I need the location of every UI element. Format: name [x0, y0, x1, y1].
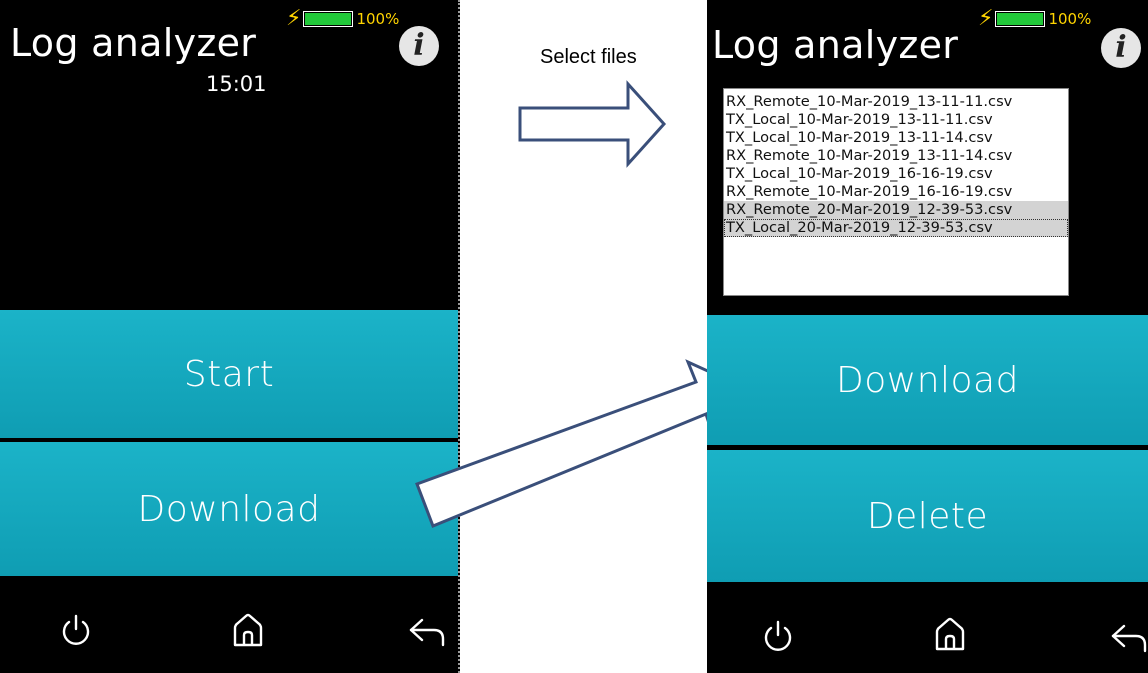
file-list-item-selected[interactable]: TX_Local_20-Mar-2019_12-39-53.csv	[724, 219, 1068, 237]
back-icon[interactable]	[1110, 623, 1148, 653]
info-icon[interactable]: i	[1101, 28, 1141, 68]
arrow-icon	[415, 359, 734, 528]
lightning-icon: ⚡	[978, 6, 994, 31]
file-list-item[interactable]: TX_Local_10-Mar-2019_16-16-19.csv	[724, 165, 1068, 183]
home-icon[interactable]	[931, 615, 969, 653]
file-list[interactable]: RX_Remote_10-Mar-2019_13-11-11.csv TX_Lo…	[723, 88, 1069, 296]
power-icon[interactable]	[760, 619, 796, 655]
file-list-item[interactable]: RX_Remote_10-Mar-2019_13-11-14.csv	[724, 147, 1068, 165]
battery-indicator: ⚡ 100%	[978, 8, 1091, 30]
file-list-item-selected[interactable]: RX_Remote_20-Mar-2019_12-39-53.csv	[724, 201, 1068, 219]
file-list-item[interactable]: RX_Remote_10-Mar-2019_16-16-19.csv	[724, 183, 1068, 201]
arrow-icon	[518, 80, 667, 168]
battery-icon	[995, 11, 1046, 27]
file-list-item[interactable]: TX_Local_10-Mar-2019_13-11-11.csv	[724, 111, 1068, 129]
file-list-item[interactable]: RX_Remote_10-Mar-2019_13-11-11.csv	[724, 93, 1068, 111]
app-title: Log analyzer	[712, 23, 959, 67]
file-list-item[interactable]: TX_Local_10-Mar-2019_13-11-14.csv	[724, 129, 1068, 147]
download-button[interactable]: Download	[707, 315, 1148, 445]
nav-bar	[707, 583, 1148, 673]
battery-percent: 100%	[1048, 10, 1092, 28]
device-screen-files: Log analyzer ⚡ 100% i RX_Remote_10-Mar-2…	[707, 0, 1148, 673]
delete-button[interactable]: Delete	[707, 450, 1148, 582]
